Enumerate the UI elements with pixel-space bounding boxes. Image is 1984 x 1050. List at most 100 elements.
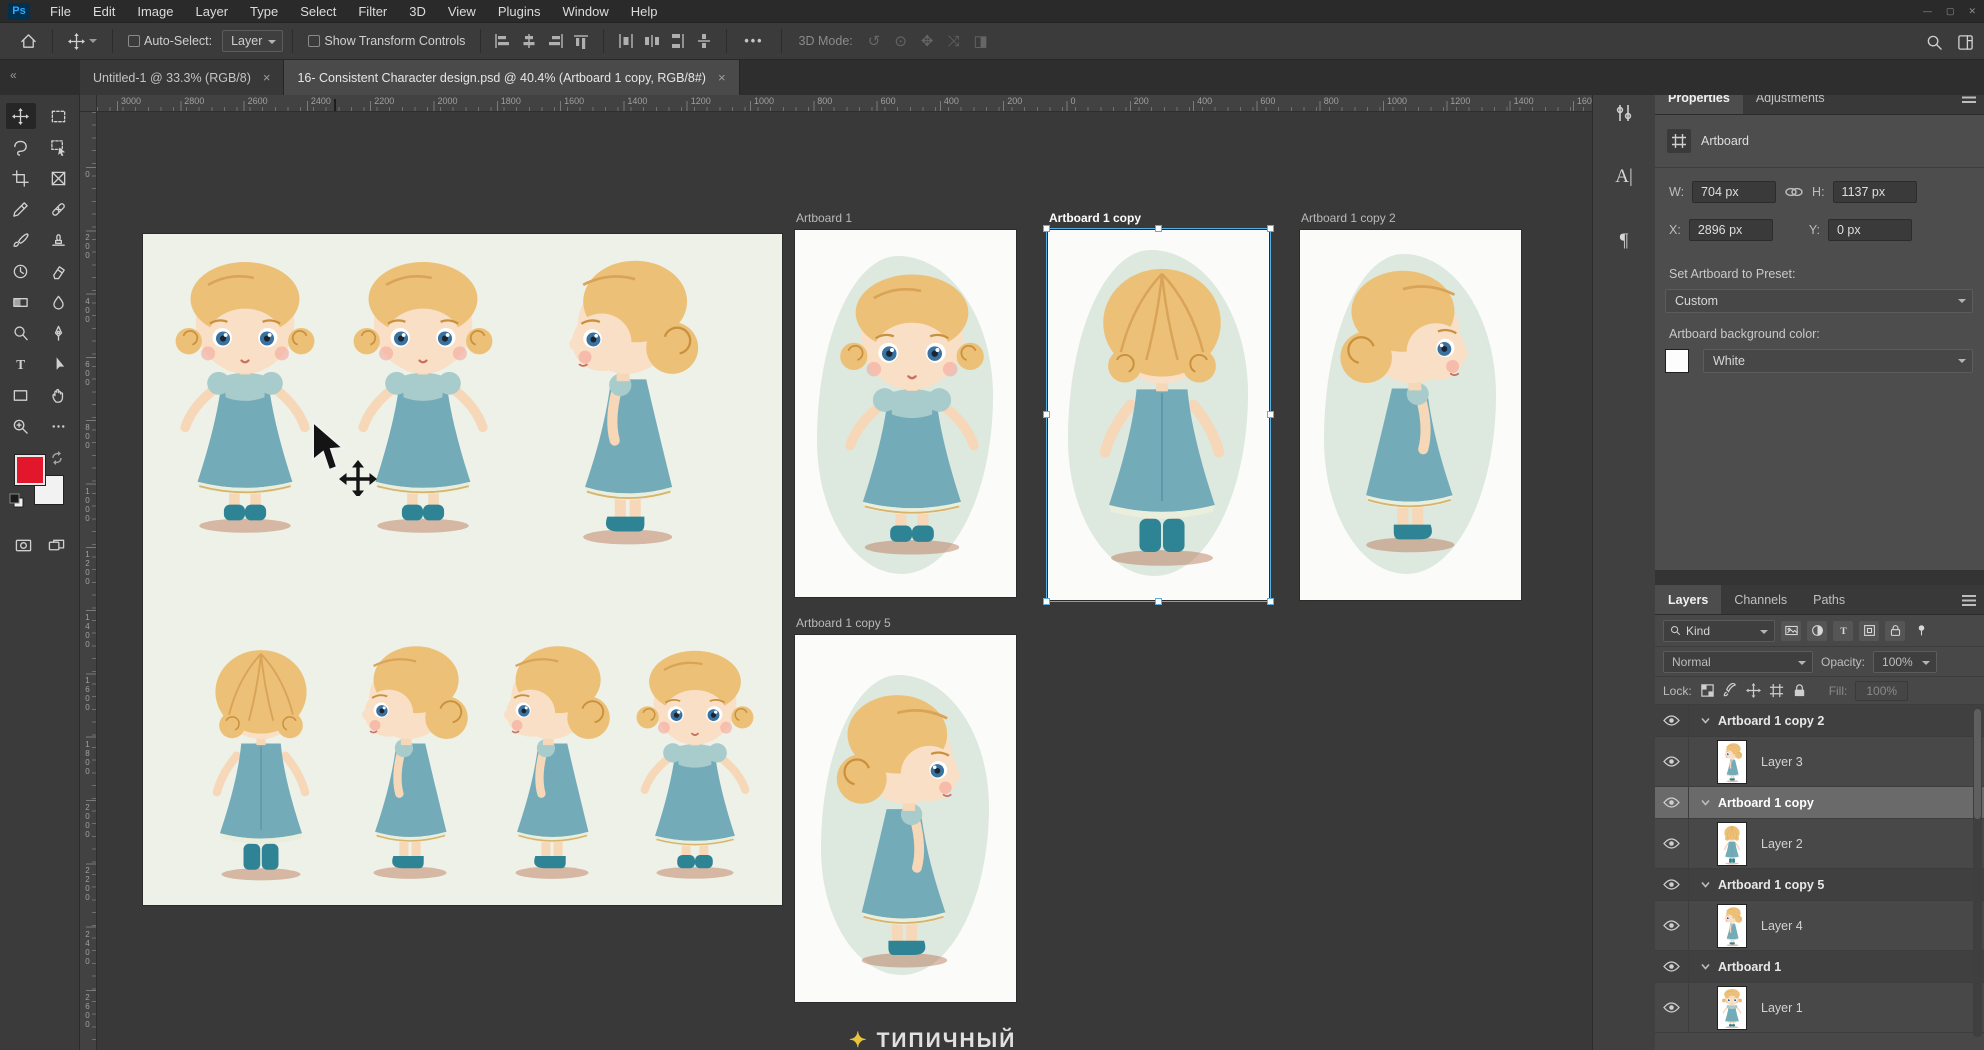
- menu-select[interactable]: Select: [289, 0, 347, 22]
- artboard-1-copy-2-label[interactable]: Artboard 1 copy 2: [1301, 211, 1396, 225]
- filter-smart-objects-icon[interactable]: [1885, 621, 1905, 641]
- quick-mask-icon[interactable]: [15, 537, 32, 554]
- artboard-1[interactable]: Artboard 1: [795, 230, 1016, 597]
- visibility-cell[interactable]: [1655, 983, 1689, 1032]
- menu-edit[interactable]: Edit: [82, 0, 126, 22]
- lasso-tool[interactable]: [6, 134, 36, 160]
- zoom-tool[interactable]: [6, 413, 36, 439]
- clone-stamp-tool[interactable]: [44, 227, 74, 253]
- minimize-button[interactable]: —: [1923, 6, 1932, 16]
- lock-position-icon[interactable]: [1746, 683, 1761, 698]
- lock-artboard-icon[interactable]: [1769, 683, 1784, 698]
- object-selection-tool[interactable]: [44, 134, 74, 160]
- distribute-left-edges-icon[interactable]: [617, 32, 635, 50]
- foreground-color-swatch[interactable]: [15, 455, 45, 485]
- panel-menu-icon[interactable]: [1962, 595, 1976, 606]
- lock-pixels-icon[interactable]: [1723, 683, 1738, 698]
- visibility-cell[interactable]: [1655, 705, 1689, 736]
- layer-row-artboard-1-copy-5[interactable]: Artboard 1 copy 5: [1655, 869, 1984, 901]
- y-input[interactable]: 0 px: [1828, 219, 1912, 241]
- search-icon[interactable]: [1926, 34, 1943, 51]
- layer-row-artboard-1-copy-2[interactable]: Artboard 1 copy 2: [1655, 705, 1984, 737]
- filter-kind-dropdown[interactable]: Kind: [1663, 620, 1775, 642]
- menu-image[interactable]: Image: [126, 0, 184, 22]
- layer-thumbnail[interactable]: [1717, 904, 1747, 948]
- eyedropper-tool[interactable]: [6, 196, 36, 222]
- opacity-dropdown[interactable]: 100%: [1873, 651, 1937, 673]
- show-transform-controls-toggle[interactable]: Show Transform Controls: [302, 34, 471, 48]
- menu-help[interactable]: Help: [620, 0, 669, 22]
- blur-tool[interactable]: [44, 289, 74, 315]
- default-colors-icon[interactable]: [9, 493, 25, 509]
- move-tool[interactable]: [6, 103, 36, 129]
- sliders-panel-icon[interactable]: [1603, 92, 1645, 134]
- auto-select-target-dropdown[interactable]: Layer: [222, 30, 283, 52]
- type-tool[interactable]: T: [6, 351, 36, 377]
- visibility-cell[interactable]: [1655, 901, 1689, 950]
- menu-filter[interactable]: Filter: [347, 0, 398, 22]
- chevron-down-icon[interactable]: [1701, 798, 1710, 807]
- visibility-cell[interactable]: [1655, 787, 1689, 818]
- layer-thumbnail[interactable]: [1717, 986, 1747, 1030]
- tab-character-design[interactable]: 16- Consistent Character design.psd @ 40…: [284, 60, 739, 95]
- selection-handle[interactable]: [1155, 598, 1162, 605]
- artboard-1-copy-2[interactable]: Artboard 1 copy 2: [1300, 230, 1521, 600]
- selection-handle[interactable]: [1267, 411, 1274, 418]
- show-transform-checkbox[interactable]: [308, 35, 320, 47]
- menu-view[interactable]: View: [437, 0, 487, 22]
- maximize-button[interactable]: ▢: [1946, 6, 1955, 17]
- menu-plugins[interactable]: Plugins: [487, 0, 552, 22]
- layer-thumbnail[interactable]: [1717, 822, 1747, 866]
- distribute-right-edges-icon[interactable]: [669, 32, 687, 50]
- home-button[interactable]: [14, 33, 43, 50]
- artboard-1-copy-label[interactable]: Artboard 1 copy: [1049, 211, 1141, 225]
- x-input[interactable]: 2896 px: [1689, 219, 1773, 241]
- healing-brush-tool[interactable]: [44, 196, 74, 222]
- character-panel-icon[interactable]: A|: [1603, 156, 1645, 198]
- selection-handle[interactable]: [1043, 598, 1050, 605]
- menu-file[interactable]: File: [39, 0, 82, 22]
- distribute-horizontal-centers-icon[interactable]: [643, 32, 661, 50]
- vertical-ruler[interactable]: 0200400600800100012001400160018002000220…: [80, 112, 97, 1050]
- ruler-corner[interactable]: [80, 95, 97, 112]
- filter-pixel-layers-icon[interactable]: [1781, 621, 1801, 641]
- distribute-vertical-centers-icon[interactable]: [695, 32, 713, 50]
- frame-tool[interactable]: [44, 165, 74, 191]
- artboard-bg-color-swatch[interactable]: [1665, 349, 1689, 373]
- layer-row-layer-3[interactable]: Layer 3: [1655, 737, 1984, 787]
- canvas-area[interactable]: Artboard 1 Artboard 1 copy Artboard 1 co…: [97, 112, 1592, 1050]
- artboard-1-label[interactable]: Artboard 1: [796, 211, 852, 225]
- layer-row-layer-4[interactable]: Layer 4: [1655, 901, 1984, 951]
- layer-thumbnail[interactable]: [1717, 740, 1747, 784]
- height-input[interactable]: 1137 px: [1833, 181, 1917, 203]
- visibility-cell[interactable]: [1655, 819, 1689, 868]
- visibility-cell[interactable]: [1655, 869, 1689, 900]
- reference-image-layer[interactable]: [143, 234, 782, 905]
- menu-3d[interactable]: 3D: [398, 0, 437, 22]
- selection-handle[interactable]: [1155, 225, 1162, 232]
- visibility-cell[interactable]: [1655, 737, 1689, 786]
- workspace-switcher-icon[interactable]: [1957, 34, 1974, 51]
- filter-adjustment-layers-icon[interactable]: [1807, 621, 1827, 641]
- menu-window[interactable]: Window: [551, 0, 619, 22]
- close-tab-icon[interactable]: ×: [263, 70, 271, 85]
- brush-tool[interactable]: [6, 227, 36, 253]
- horizontal-ruler[interactable]: 3000280026002400220020001800160014001200…: [97, 95, 1592, 112]
- filter-toggle-icon[interactable]: [1911, 621, 1931, 641]
- selection-handle[interactable]: [1043, 225, 1050, 232]
- selection-handle[interactable]: [1043, 411, 1050, 418]
- layers-scrollbar[interactable]: [1973, 707, 1982, 1037]
- tab-layers[interactable]: Layers: [1655, 585, 1721, 614]
- align-right-edges-icon[interactable]: [546, 32, 564, 50]
- gradient-tool[interactable]: [6, 289, 36, 315]
- scrollbar-thumb[interactable]: [1974, 709, 1981, 819]
- rectangle-tool[interactable]: [6, 382, 36, 408]
- crop-tool[interactable]: [6, 165, 36, 191]
- tab-paths[interactable]: Paths: [1800, 585, 1858, 614]
- move-tool-preset[interactable]: [62, 33, 103, 50]
- align-top-edges-icon[interactable]: [572, 32, 590, 50]
- marquee-tool[interactable]: [44, 103, 74, 129]
- collapse-panels-icon[interactable]: «: [10, 68, 17, 82]
- filter-type-layers-icon[interactable]: T: [1833, 621, 1853, 641]
- artboard-1-copy[interactable]: Artboard 1 copy: [1048, 230, 1269, 600]
